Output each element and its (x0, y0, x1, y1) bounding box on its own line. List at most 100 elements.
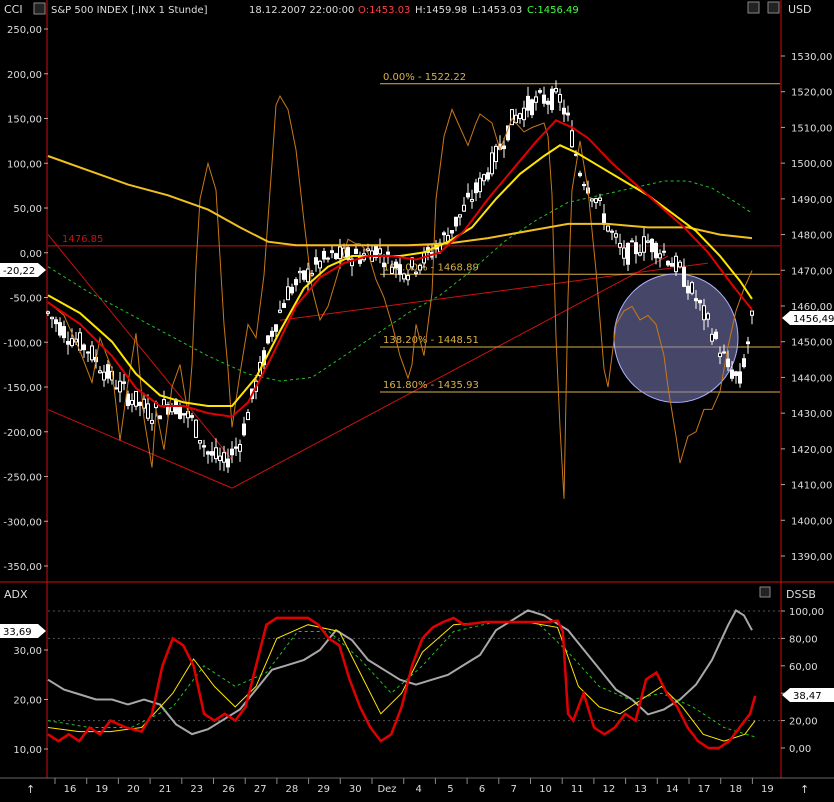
price-bar (366, 248, 370, 252)
x-tick-label: 6 (479, 784, 485, 795)
price-bar (682, 266, 686, 287)
price-bar (558, 93, 562, 103)
price-bar (158, 415, 162, 420)
price-bar (230, 448, 234, 456)
adx-tick-label: 10,00 (13, 745, 42, 756)
price-bar (574, 153, 578, 156)
price-bar (78, 332, 82, 351)
price-bar (306, 268, 310, 283)
price-bar (622, 247, 626, 259)
price-bar (578, 172, 582, 177)
price-bar (206, 451, 210, 455)
price-bar (530, 99, 534, 116)
dssb-tick-label: 0,00 (789, 744, 811, 755)
price-bar (454, 216, 458, 227)
fib-level-label: 161.80% - 1435.93 (383, 380, 479, 391)
price-bar (198, 440, 202, 444)
price-bar (710, 333, 714, 342)
price-bar (534, 96, 538, 103)
x-tick-label: 21 (159, 784, 172, 795)
price-bar (234, 446, 238, 449)
x-tick-label: 19 (95, 784, 108, 795)
price-bar (274, 324, 278, 332)
cci-tick-label: -100,00 (3, 338, 42, 349)
instrument-title: S&P 500 INDEX [.INX 1 Stunde] (51, 5, 208, 16)
price-bar (746, 341, 750, 345)
x-tick-label: 14 (666, 784, 679, 795)
price-bar (546, 100, 550, 105)
price-bar (338, 246, 342, 260)
price-bar (562, 107, 566, 115)
price-bar (638, 252, 642, 256)
price-bar (418, 264, 422, 271)
price-bar (394, 261, 398, 269)
cci-tick-label: -250,00 (3, 473, 42, 484)
price-tick-label: 1440,00 (791, 373, 832, 384)
maximize-icon[interactable] (767, 1, 780, 14)
panel-toggle-icon[interactable] (33, 2, 46, 15)
x-tick-label: 30 (349, 784, 362, 795)
price-bar (382, 262, 386, 268)
scroll-right-icon[interactable]: ↑ (800, 783, 809, 796)
price-bar (278, 309, 282, 313)
price-bar (122, 381, 126, 384)
dssb-tick-label: 100,00 (789, 607, 824, 618)
price-bar (114, 387, 118, 390)
price-bar (150, 420, 154, 424)
price-bar (194, 419, 198, 438)
price-bar (470, 199, 474, 202)
minimize-icon[interactable] (747, 1, 760, 14)
cci-tick-label: 100,00 (7, 159, 42, 170)
adx-tick-label: 30,00 (13, 646, 42, 657)
price-bar (266, 335, 270, 344)
price-bar (90, 345, 94, 361)
price-bar (494, 145, 498, 163)
price-bar (314, 257, 318, 265)
price-bar (210, 451, 214, 456)
price-bar (726, 358, 730, 368)
price-bar (318, 260, 322, 269)
price-bar (106, 364, 110, 379)
x-tick-label: 4 (416, 784, 422, 795)
high-value: H:1459.98 (415, 5, 467, 16)
dssb-tick-label: 20,00 (789, 717, 818, 728)
price-bar (390, 266, 394, 274)
price-bar (686, 285, 690, 294)
price-bar (634, 242, 638, 255)
cci-readout-value: -20,22 (3, 266, 35, 277)
scroll-left-icon[interactable]: ↑ (26, 783, 35, 796)
price-bar (738, 371, 742, 384)
cci-label: CCI (4, 3, 23, 16)
price-bar (654, 242, 658, 259)
price-bar (322, 250, 326, 260)
price-bar (214, 447, 218, 460)
price-tick-label: 1490,00 (791, 195, 832, 206)
price-bar (630, 240, 634, 243)
price-bar (354, 248, 358, 255)
price-tick-label: 1480,00 (791, 231, 832, 242)
price-bar (62, 326, 66, 339)
price-bar (398, 264, 402, 275)
price-bar (642, 236, 646, 253)
price-bar (270, 330, 274, 337)
price-bar (334, 253, 338, 259)
x-tick-label: 23 (190, 784, 203, 795)
low-value: L:1453.03 (472, 5, 522, 16)
price-bar (646, 240, 650, 243)
price-bar (714, 331, 718, 339)
price-bar (302, 270, 306, 280)
price-bar (190, 415, 194, 418)
price-bar (282, 303, 286, 308)
adx-label: ADX (4, 588, 28, 601)
price-bar (662, 250, 666, 253)
price-bar (310, 272, 314, 276)
price-bar (86, 351, 90, 354)
price-bar (218, 455, 222, 462)
chart-background (0, 0, 834, 798)
lower-panel-toggle-icon[interactable] (759, 586, 771, 598)
price-bar (326, 257, 330, 260)
price-bar (730, 369, 734, 379)
price-bar (570, 130, 574, 148)
price-bar (378, 248, 382, 255)
price-bar (82, 344, 86, 351)
